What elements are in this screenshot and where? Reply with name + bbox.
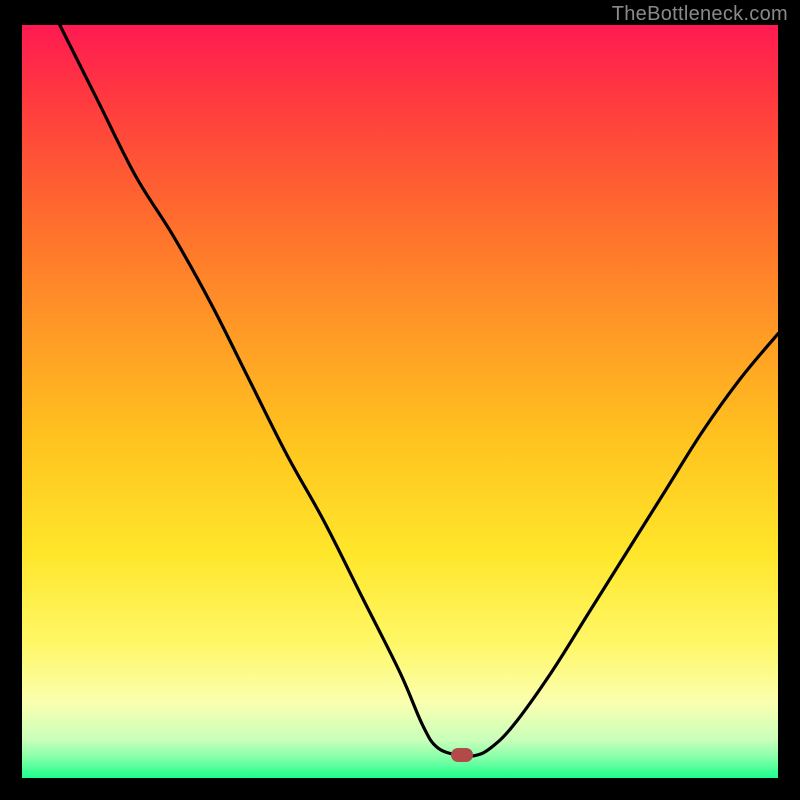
plot-area bbox=[22, 25, 778, 778]
optimal-marker bbox=[451, 748, 473, 762]
chart-container: TheBottleneck.com bbox=[0, 0, 800, 800]
watermark-label: TheBottleneck.com bbox=[612, 3, 788, 26]
bottleneck-curve bbox=[22, 25, 778, 778]
